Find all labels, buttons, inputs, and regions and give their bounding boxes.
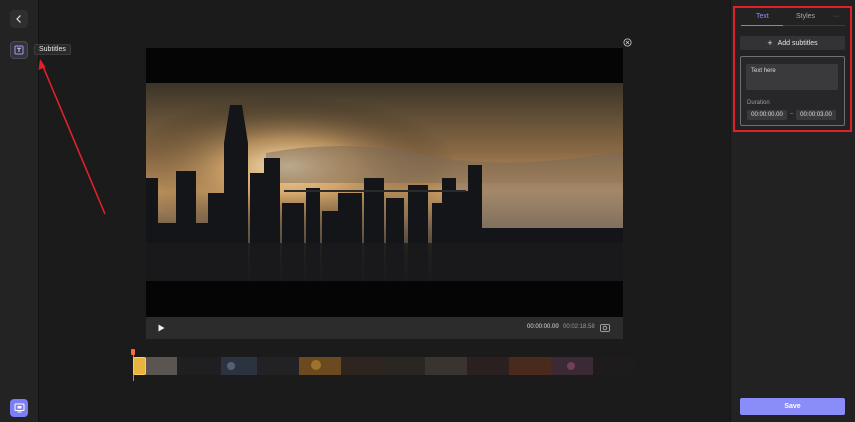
time-separator: / [557, 324, 559, 330]
back-arrow-icon [16, 15, 21, 23]
video-player [146, 48, 623, 317]
snapshot-icon[interactable] [600, 323, 610, 332]
play-icon[interactable] [156, 323, 166, 333]
close-preview-icon[interactable] [623, 38, 632, 47]
player-controls: 00:00:00.00 / 00:02:18.58 [146, 317, 623, 339]
subtitles-tooltip: Subtitles [34, 44, 71, 55]
timeline-filmstrip[interactable] [131, 357, 635, 375]
left-rail [0, 0, 39, 422]
preview-button[interactable] [10, 399, 28, 417]
save-button[interactable]: Save [740, 398, 845, 415]
current-time: 00:00:00.00 [527, 324, 559, 330]
annotation-highlight-box [733, 6, 852, 132]
preview-icon [14, 403, 24, 413]
subtitles-icon [14, 45, 24, 55]
subtitle-clip-marker[interactable] [133, 357, 146, 375]
total-time: 00:02:18.58 [563, 324, 595, 330]
subtitles-button[interactable] [10, 41, 28, 59]
back-button[interactable] [10, 10, 28, 28]
video-frame-image [146, 83, 623, 281]
